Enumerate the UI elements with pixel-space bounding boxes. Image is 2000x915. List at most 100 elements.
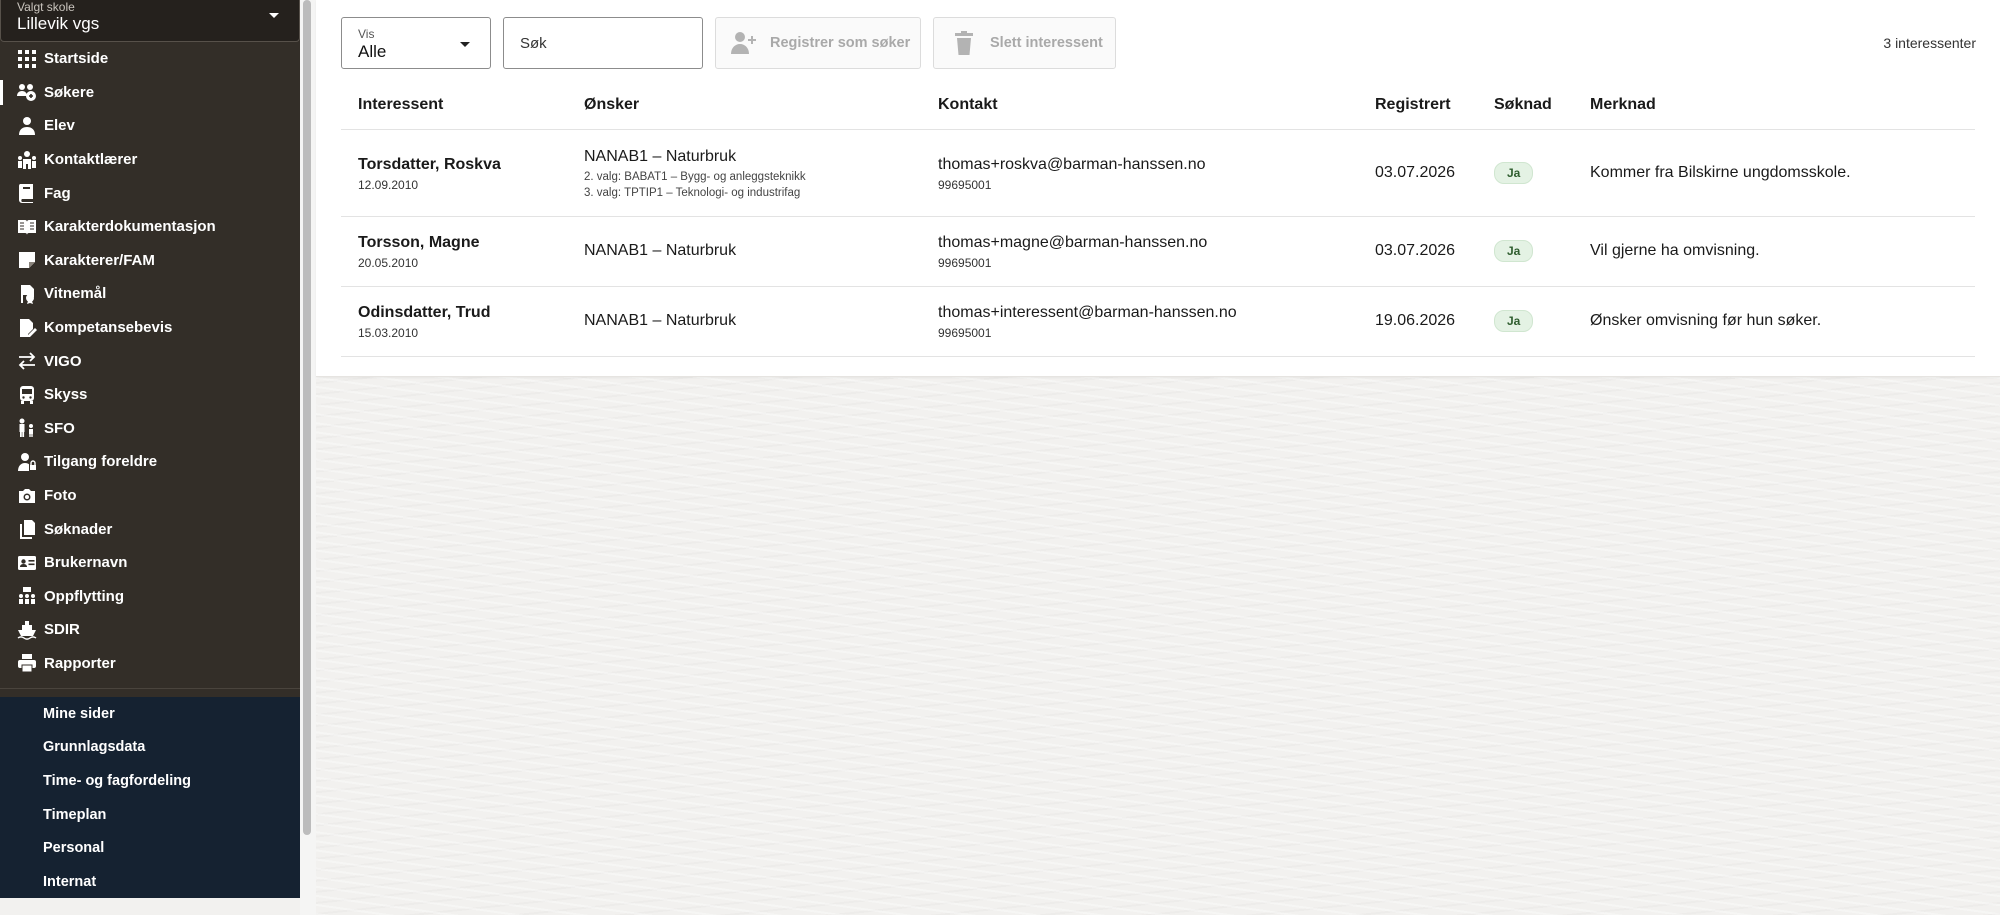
- grid-icon: [16, 48, 38, 70]
- sidebar-item-label: Vitnemål: [44, 285, 107, 303]
- interessent-cell: Odinsdatter, Trud 15.03.2010: [358, 304, 490, 340]
- sidebar-item-time-og-fagfordeling[interactable]: Time- og fagfordeling: [0, 764, 300, 798]
- chevron-down-icon: [269, 13, 279, 18]
- school-select-value: Lillevik vgs: [17, 14, 100, 33]
- diploma-icon: [16, 283, 38, 305]
- table-row[interactable]: Odinsdatter, Trud 15.03.2010 NANAB1 – Na…: [341, 287, 1975, 357]
- sidebar-item-sdir[interactable]: SDIR: [0, 613, 300, 647]
- sidebar-item-brukernavn[interactable]: Brukernavn: [0, 546, 300, 580]
- registered-date: 03.07.2026: [1375, 164, 1456, 181]
- sidebar-item-rapporter[interactable]: Rapporter: [0, 647, 300, 681]
- column-header-onsker[interactable]: Ønsker: [584, 96, 639, 114]
- sidebar-item-mine-sider[interactable]: Mine sider: [0, 697, 300, 731]
- search-input[interactable]: [503, 17, 703, 69]
- ship-icon: [16, 619, 38, 641]
- sidebar-item-sfo[interactable]: SFO: [0, 412, 300, 446]
- interessent-birthdate: 15.03.2010: [358, 326, 419, 340]
- sidebar-item-label: Elev: [44, 117, 75, 135]
- certificate-icon: [16, 317, 38, 339]
- open-book-icon: [16, 216, 38, 238]
- sidebar-item-label: Søkere: [44, 83, 95, 101]
- sidebar-item-label: Foto: [44, 487, 77, 505]
- sidebar-item-karakterdokumentasjon[interactable]: Karakterdokumentasjon: [0, 210, 300, 244]
- sidebar-item-tilgang-foreldre[interactable]: Tilgang foreldre: [0, 445, 300, 479]
- user-lock-icon: [16, 451, 38, 473]
- interessent-name: Torsson, Magne: [358, 234, 480, 251]
- sidebar-item-label: Karakterdokumentasjon: [44, 218, 216, 236]
- interessent-cell: Torsson, Magne 20.05.2010: [358, 234, 480, 270]
- sidebar-item-label: Skyss: [44, 386, 88, 404]
- sidebar-item-oppflytting[interactable]: Oppflytting: [0, 580, 300, 614]
- interessent-name: Odinsdatter, Trud: [358, 304, 491, 321]
- sidebar-item-label: SFO: [44, 419, 75, 437]
- sidebar-item-kompetansebevis[interactable]: Kompetansebevis: [0, 311, 300, 345]
- id-card-icon: [16, 552, 38, 574]
- column-header-interessent[interactable]: Interessent: [358, 96, 443, 114]
- column-header-registrert[interactable]: Registrert: [1375, 96, 1451, 114]
- sidebar-item-skyss[interactable]: Skyss: [0, 378, 300, 412]
- sidebar-item-sokere[interactable]: Søkere: [0, 76, 300, 110]
- sidebar-item-label: VIGO: [44, 352, 82, 370]
- onsker-cell: NANAB1 – Naturbruk 2. valg: BABAT1 – Byg…: [584, 148, 806, 201]
- sidebar-item-elev[interactable]: Elev: [0, 109, 300, 143]
- soknad-cell: Ja: [1494, 240, 1534, 262]
- interessent-name: Torsdatter, Roskva: [358, 156, 501, 173]
- kontakt-cell: thomas+roskva@barman-hanssen.no 99695001: [938, 156, 1206, 192]
- camera-icon: [16, 485, 38, 507]
- bus-icon: [16, 384, 38, 406]
- school-select[interactable]: Valgt skole Lillevik vgs: [0, 0, 300, 42]
- applicants-icon: [16, 81, 38, 103]
- result-count: 3 interessenter: [1883, 35, 1976, 51]
- sidebar-item-soknader[interactable]: Søknader: [0, 512, 300, 546]
- sidebar-item-personal[interactable]: Personal: [0, 831, 300, 865]
- sidebar-item-label: Tilgang foreldre: [44, 453, 158, 471]
- sidebar-item-vitnemal[interactable]: Vitnemål: [0, 277, 300, 311]
- sidebar-item-foto[interactable]: Foto: [0, 479, 300, 513]
- delete-button-label: Slett interessent: [990, 35, 1103, 51]
- table-header: Interessent Ønsker Kontakt Registrert Sø…: [341, 84, 1975, 130]
- column-header-merknad[interactable]: Merknad: [1590, 96, 1656, 114]
- sidebar-item-grunnlagsdata[interactable]: Grunnlagsdata: [0, 731, 300, 765]
- column-header-soknad[interactable]: Søknad: [1494, 96, 1552, 114]
- sidebar-divider: [0, 688, 300, 689]
- contact-email: thomas+roskva@barman-hanssen.no: [938, 156, 1206, 173]
- contact-email: thomas+interessent@barman-hanssen.no: [938, 304, 1237, 321]
- main-nav: Startside Søkere Elev Kontaktlærer Fag K…: [0, 42, 300, 680]
- wish-first-choice: NANAB1 – Naturbruk: [584, 312, 737, 329]
- printer-icon: [16, 652, 38, 674]
- documents-icon: [16, 518, 38, 540]
- kontakt-cell: thomas+interessent@barman-hanssen.no 996…: [938, 304, 1237, 340]
- sidebar-item-label: Kontaktlærer: [44, 151, 138, 169]
- sidebar-scrollbar[interactable]: [303, 0, 311, 835]
- sidebar-item-vigo[interactable]: VIGO: [0, 344, 300, 378]
- vis-filter-select[interactable]: Vis Alle: [341, 17, 491, 69]
- delete-interested-button[interactable]: Slett interessent: [933, 17, 1116, 69]
- sidebar-item-timeplan[interactable]: Timeplan: [0, 798, 300, 832]
- column-header-kontakt[interactable]: Kontakt: [938, 96, 998, 114]
- registered-date: 19.06.2026: [1375, 312, 1456, 329]
- wish-second-choice: 2. valg: BABAT1 – Bygg- og anleggsteknik…: [584, 171, 806, 183]
- sidebar-item-karakterer-fam[interactable]: Karakterer/FAM: [0, 244, 300, 278]
- interessent-cell: Torsdatter, Roskva 12.09.2010: [358, 156, 501, 192]
- register-as-applicant-button[interactable]: Registrer som søker: [715, 17, 921, 69]
- chevron-down-icon: [460, 42, 470, 47]
- sidebar-item-kontaktlaerer[interactable]: Kontaktlærer: [0, 143, 300, 177]
- person-icon: [16, 115, 38, 137]
- interessenter-panel: Vis Alle Registrer som søker Slett inter…: [316, 0, 2000, 377]
- merknad-text: Kommer fra Bilskirne ungdomsskole.: [1590, 164, 1851, 181]
- sidebar-item-startside[interactable]: Startside: [0, 42, 300, 76]
- secondary-nav: Mine sider Grunnlagsdata Time- og fagfor…: [0, 697, 300, 898]
- sidebar-item-internat[interactable]: Internat: [0, 865, 300, 898]
- trash-icon: [950, 30, 978, 56]
- table-row[interactable]: Torsdatter, Roskva 12.09.2010 NANAB1 – N…: [341, 130, 1975, 217]
- merknad-text: Ønsker omvisning før hun søker.: [1590, 312, 1822, 329]
- sidebar-item-label: Karakterer/FAM: [44, 251, 155, 269]
- add-user-icon: [730, 30, 758, 56]
- contact-phone: 99695001: [938, 326, 992, 340]
- sidebar: Valgt skole Lillevik vgs Startside Søker…: [0, 0, 300, 898]
- sidebar-item-label: Rapporter: [44, 654, 116, 672]
- contact-phone: 99695001: [938, 178, 992, 192]
- table-row[interactable]: Torsson, Magne 20.05.2010 NANAB1 – Natur…: [341, 217, 1975, 287]
- sidebar-item-fag[interactable]: Fag: [0, 176, 300, 210]
- interessent-birthdate: 20.05.2010: [358, 256, 419, 270]
